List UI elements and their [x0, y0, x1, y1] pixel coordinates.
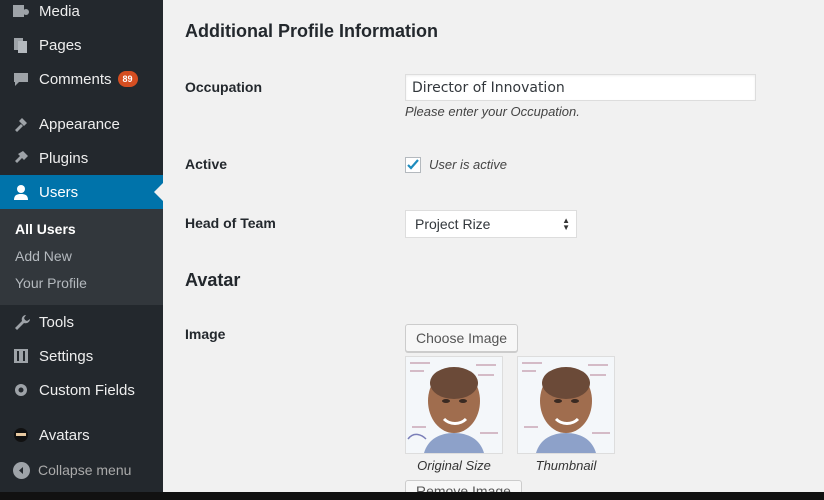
collapse-arrow-icon	[13, 461, 30, 479]
users-icon	[11, 182, 31, 202]
comments-icon	[11, 69, 31, 89]
occupation-label: Occupation	[185, 79, 263, 95]
submenu-your-profile[interactable]: Your Profile	[15, 275, 87, 291]
image-label: Image	[185, 326, 226, 342]
active-checkbox-label[interactable]: User is active	[429, 157, 507, 172]
menu-item-tools[interactable]: Tools	[0, 305, 163, 339]
menu-label: Users	[39, 183, 79, 201]
users-submenu: All Users Add New Your Profile	[0, 209, 163, 305]
collapse-menu-button[interactable]: Collapse menu	[0, 456, 163, 484]
menu-label: Media	[39, 2, 80, 20]
select-value: Project Rize	[415, 216, 491, 232]
active-checkbox[interactable]	[405, 157, 421, 173]
submenu-all-users[interactable]: All Users	[15, 221, 76, 237]
collapse-label: Collapse menu	[38, 462, 132, 478]
checkmark-icon	[407, 159, 419, 170]
plugins-icon	[11, 148, 31, 168]
avatar-original-image	[405, 356, 503, 454]
comments-count-badge: 89	[117, 71, 138, 87]
gear-icon	[11, 380, 31, 400]
avatar-section-title: Avatar	[185, 270, 241, 290]
menu-item-comments[interactable]: Comments 89	[0, 62, 163, 96]
menu-item-settings[interactable]: Settings	[0, 339, 163, 373]
section-title: Additional Profile Information	[185, 21, 438, 41]
menu-label: Pages	[39, 36, 82, 54]
profile-content: Additional Profile Information Occupatio…	[163, 0, 824, 500]
menu-item-custom-fields[interactable]: Custom Fields	[0, 373, 163, 407]
tools-icon	[11, 312, 31, 332]
occupation-input[interactable]: Director of Innovation	[405, 74, 756, 101]
occupation-help: Please enter your Occupation.	[405, 104, 580, 119]
menu-label: Plugins	[39, 149, 89, 167]
active-indicator-arrow	[154, 183, 163, 201]
admin-sidebar: Media Pages Comments 89 Appearance Plugi…	[0, 0, 163, 500]
menu-label: Custom Fields	[39, 381, 135, 399]
choose-image-button[interactable]: Choose Image	[405, 324, 519, 352]
menu-item-plugins[interactable]: Plugins	[0, 141, 163, 175]
menu-item-appearance[interactable]: Appearance	[0, 107, 163, 141]
menu-item-media[interactable]: Media	[0, 0, 163, 28]
pages-icon	[11, 35, 31, 55]
original-size-caption: Original Size	[417, 458, 491, 473]
menu-item-pages[interactable]: Pages	[0, 28, 163, 62]
menu-item-avatars[interactable]: Avatars	[0, 418, 163, 452]
head-of-team-label: Head of Team	[185, 215, 276, 231]
media-icon	[11, 1, 31, 21]
menu-label: Avatars	[39, 426, 90, 444]
menu-label: Appearance	[39, 115, 120, 133]
menu-label: Tools	[39, 313, 75, 331]
bottom-edge	[0, 492, 824, 500]
head-of-team-select[interactable]: Project Rize ▲ ▼	[405, 210, 577, 238]
avatar-ninja-icon	[11, 425, 31, 445]
avatar-thumbnail-image	[517, 356, 615, 454]
settings-icon	[11, 346, 31, 366]
select-arrows-icon: ▲ ▼	[562, 216, 570, 232]
submenu-add-new[interactable]: Add New	[15, 248, 72, 264]
menu-item-users[interactable]: Users	[0, 175, 163, 209]
menu-label: Comments	[39, 70, 112, 88]
menu-label: Settings	[39, 347, 94, 365]
active-label: Active	[185, 156, 228, 172]
appearance-icon	[11, 114, 31, 134]
thumbnail-caption: Thumbnail	[535, 458, 597, 473]
